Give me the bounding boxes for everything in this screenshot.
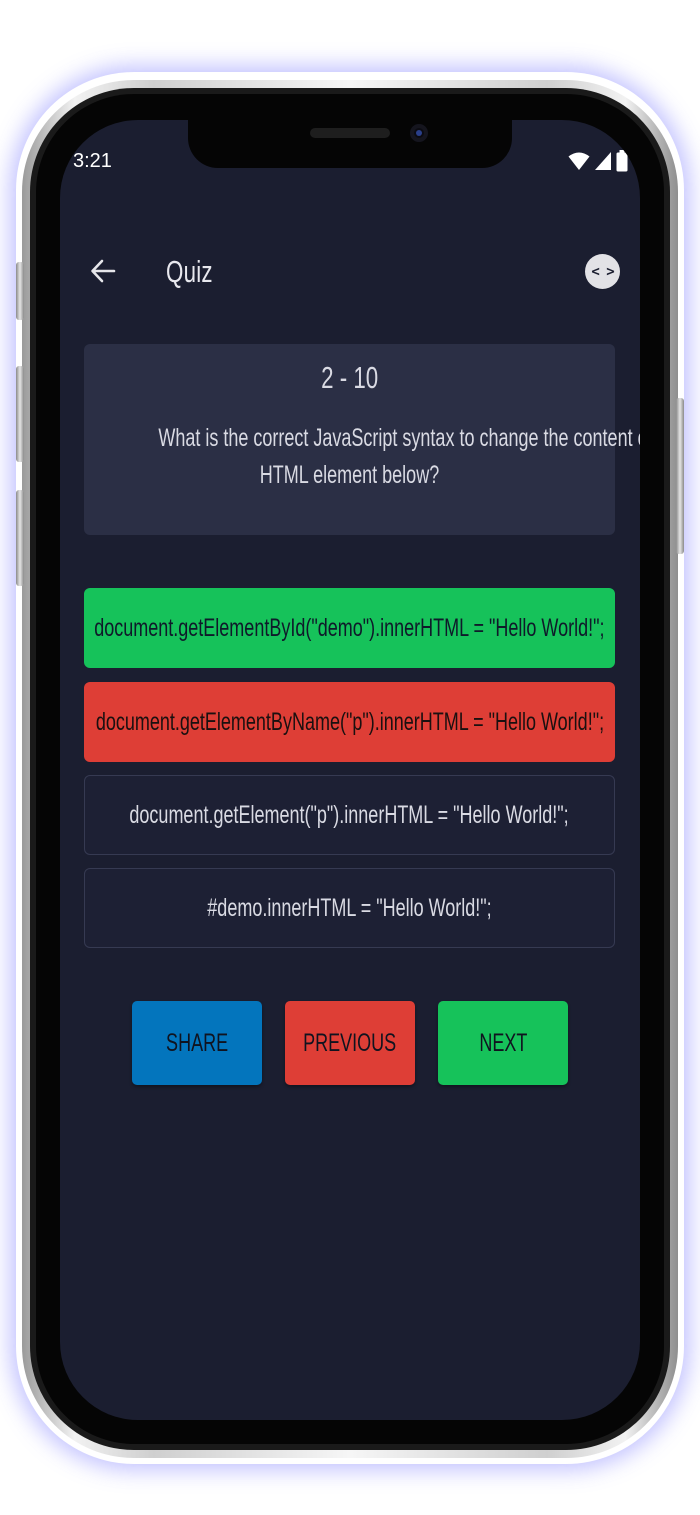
status-icons [568, 150, 628, 172]
question-card: 2 - 10 What is the correct JavaScript sy… [84, 344, 640, 535]
answer-option-3[interactable]: document.getElement("p").innerHTML = "He… [84, 775, 615, 855]
arrow-left-icon [91, 259, 116, 283]
front-camera [410, 124, 428, 142]
answer-option-label: #demo.innerHTML = "Hello World!"; [207, 893, 492, 922]
answer-option-4[interactable]: #demo.innerHTML = "Hello World!"; [84, 868, 615, 948]
wifi-icon [568, 152, 590, 170]
answer-option-label: document.getElement("p").innerHTML = "He… [129, 800, 570, 829]
phone-mockup: 3:21 Quiz < > 2 - 10 What is the correct… [0, 0, 700, 1515]
volume-up-button [16, 366, 24, 462]
question-text-line-2: HTML element below? [259, 461, 440, 489]
power-button [676, 398, 684, 554]
page-title: Quiz [166, 254, 213, 289]
code-view-button[interactable]: < > [585, 254, 620, 289]
previous-button-label: PREVIOUS [303, 1028, 397, 1057]
question-text-line-1: What is the correct JavaScript syntax to… [158, 424, 640, 452]
share-button-label: SHARE [165, 1028, 229, 1057]
answer-option-label: document.getElementById("demo").innerHTM… [94, 613, 605, 642]
next-button[interactable]: NEXT [438, 1001, 568, 1085]
question-text: What is the correct JavaScript syntax to… [84, 420, 640, 494]
next-button-label: NEXT [478, 1028, 528, 1057]
notch [188, 120, 512, 168]
question-progress: 2 - 10 [84, 360, 615, 396]
speaker-grille [310, 128, 390, 138]
answer-option-label: document.getElementByName("p").innerHTML… [95, 707, 604, 736]
volume-down-button [16, 490, 24, 586]
signal-icon [595, 152, 611, 170]
share-button[interactable]: SHARE [132, 1001, 262, 1085]
silent-switch [16, 262, 24, 320]
battery-icon [616, 150, 628, 172]
app-screen: 3:21 Quiz < > 2 - 10 What is the correct… [60, 120, 640, 1420]
back-button[interactable] [86, 254, 120, 288]
answer-option-2-wrong[interactable]: document.getElementByName("p").innerHTML… [84, 682, 615, 762]
code-icon: < > [591, 263, 614, 280]
status-time: 3:21 [73, 150, 112, 172]
answer-option-1-correct[interactable]: document.getElementById("demo").innerHTM… [84, 588, 615, 668]
previous-button[interactable]: PREVIOUS [285, 1001, 415, 1085]
question-progress-text: 2 - 10 [320, 360, 379, 395]
